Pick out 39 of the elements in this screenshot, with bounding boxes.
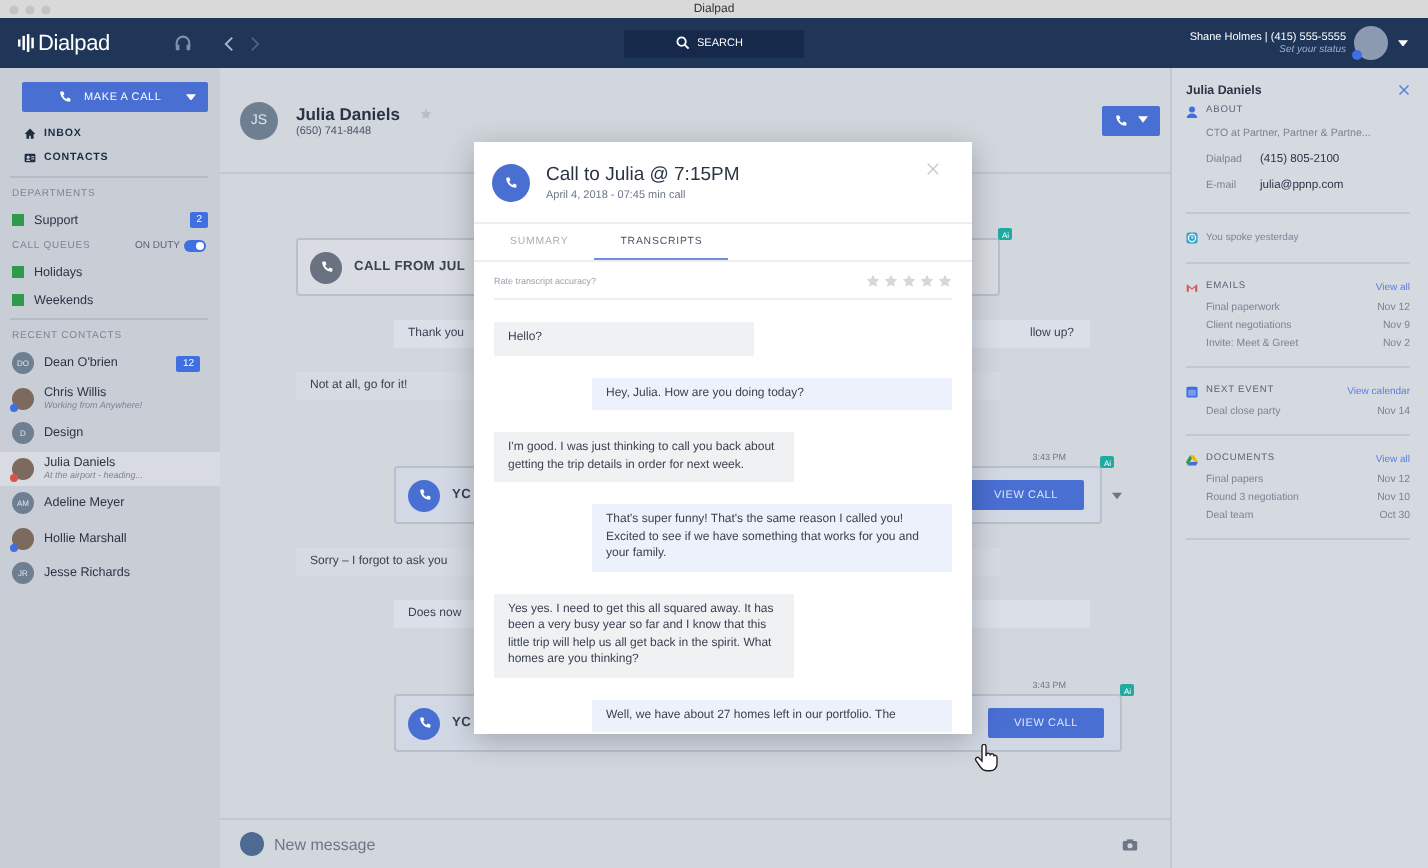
duty-toggle[interactable] <box>184 240 206 252</box>
caret-icon[interactable] <box>1398 39 1408 47</box>
phone-icon <box>504 175 518 189</box>
person-icon <box>1186 105 1198 117</box>
star-icon[interactable] <box>884 273 898 287</box>
contacts-icon <box>24 152 36 164</box>
star-icon[interactable] <box>419 107 432 119</box>
close-icon[interactable] <box>1398 84 1410 96</box>
star-icon[interactable] <box>902 273 916 287</box>
hand-cursor-icon <box>974 744 998 772</box>
forward-icon[interactable] <box>249 35 260 51</box>
phone-icon <box>319 260 333 274</box>
star-icon[interactable] <box>938 273 952 287</box>
star-icon[interactable] <box>866 273 880 287</box>
phone-icon <box>1114 113 1128 127</box>
headset-icon[interactable] <box>173 34 192 52</box>
phone-icon <box>58 90 72 104</box>
avatar-silhouette <box>240 832 264 856</box>
close-icon[interactable] <box>926 162 940 176</box>
home-icon <box>24 128 36 140</box>
logo-text: Dialpad <box>38 31 110 55</box>
clock-icon <box>1186 231 1198 243</box>
envelope-icon <box>1186 281 1198 293</box>
message-input[interactable]: New message <box>274 835 1112 853</box>
camera-icon[interactable] <box>1122 837 1138 851</box>
contact-name: Julia Daniels <box>296 103 400 123</box>
dialog-title: Call to Julia @ 7:15PM <box>546 163 740 185</box>
triangle-icon <box>1186 453 1198 465</box>
caret-icon <box>1138 116 1148 124</box>
back-icon[interactable] <box>223 35 234 51</box>
logo-icon <box>18 34 34 52</box>
phone-icon <box>417 488 431 502</box>
call-button[interactable] <box>1102 105 1160 135</box>
search-icon <box>675 36 689 50</box>
phone-icon <box>417 716 431 730</box>
caret-icon <box>186 93 196 101</box>
star-icon[interactable] <box>920 273 934 287</box>
user-avatar[interactable] <box>1354 26 1388 60</box>
calendar-icon <box>1186 385 1198 397</box>
